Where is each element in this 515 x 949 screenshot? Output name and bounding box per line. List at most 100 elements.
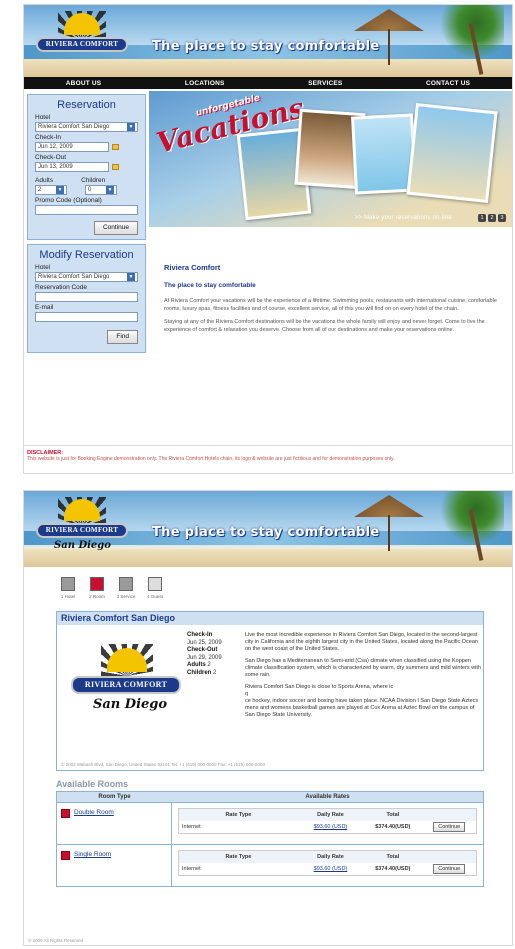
email-input[interactable] <box>35 312 138 322</box>
hotel-select-value: Riviera Comfort San Diego <box>38 124 110 130</box>
rate-type: Internet <box>182 866 201 872</box>
promo-label: Promo Code (Optional) <box>35 197 102 204</box>
daily-rate-link[interactable]: $93.60 (USD) <box>314 866 348 872</box>
daily-rate-link[interactable]: $93.60 (USD) <box>314 824 348 830</box>
step-room[interactable]: 2 Room <box>87 577 107 600</box>
main-content: Riviera Comfort The place to stay comfor… <box>164 263 502 340</box>
promo-banner: unforgetable Vacations >> Make your rese… <box>149 91 512 227</box>
reservation-code-input[interactable] <box>35 292 138 302</box>
room-link[interactable]: Single Room <box>74 851 111 858</box>
step-service[interactable]: 3 Service <box>116 577 136 600</box>
chevron-down-icon: ▼ <box>106 186 114 194</box>
modify-box: Modify Reservation Hotel Riviera Comfort… <box>27 244 146 353</box>
step-label: 4 Guest <box>147 594 163 599</box>
table-row: Single Room Rate Type Daily Rate Total Int… <box>57 844 483 886</box>
nav-locations[interactable]: LOCATIONS <box>185 80 225 87</box>
header-banner: RIVIERA COMFORT The place to stay comfor… <box>24 5 512 77</box>
checkin-input[interactable]: Jun 12, 2009 <box>35 142 109 152</box>
description-paragraph: San Diego has a Mediterranean to Semi-ar… <box>245 658 481 678</box>
sidebar: Reservation Hotel Riviera Comfort San Di… <box>24 91 149 437</box>
reservation-cta[interactable]: >> Make your reservations on-line <box>355 215 452 221</box>
daily-rate-header: Daily Rate <box>317 812 344 818</box>
rooms-header: Room Type Available Rates <box>57 792 483 802</box>
rate-table: Rate Type Daily Rate Total Internet $93.60 … <box>178 850 477 876</box>
hotel-description: Live the most incredible experience in R… <box>245 632 481 719</box>
modify-title: Modify Reservation <box>39 249 134 261</box>
tagline: The place to stay comfortable <box>152 525 380 540</box>
bed-icon <box>61 809 70 818</box>
col-rates: Available Rates <box>305 794 350 800</box>
adults-select[interactable]: 2 ▼ <box>35 185 67 195</box>
adults-value: 2 <box>207 662 211 668</box>
calendar-icon[interactable] <box>112 143 119 150</box>
modify-hotel-select[interactable]: Riviera Comfort San Diego ▼ <box>35 272 138 282</box>
page-1[interactable]: 1 <box>478 214 486 222</box>
tagline: The place to stay comfortable <box>152 39 380 54</box>
promo-input[interactable] <box>35 205 138 215</box>
calendar-icon[interactable] <box>112 163 119 170</box>
hotel-logo-text: RIVIERA COMFORT <box>71 676 181 694</box>
continue-button[interactable]: Continue <box>433 822 466 832</box>
hotel-logo-city: San Diego <box>93 697 168 712</box>
stay-dates: Check-In Jun 25, 2009 Check-Out Jun 29, … <box>187 632 239 677</box>
checkout-label: Check-Out <box>187 647 218 653</box>
nav-contact[interactable]: CONTACT US <box>426 80 470 87</box>
logo-text: RIVIERA COMFORT <box>36 523 128 538</box>
children-label: Children <box>187 669 212 676</box>
hotel-page: RIVIERA COMFORT San Diego The place to s… <box>23 490 513 946</box>
hotel-address: © 2002 Wabash Blvd, San Diego, United St… <box>61 762 265 767</box>
total-value: $374.40(USD) <box>375 824 411 830</box>
page-2[interactable]: 2 <box>488 214 496 222</box>
page-3[interactable]: 3 <box>498 214 506 222</box>
children-select[interactable]: 0 ▼ <box>85 185 117 195</box>
rate-type-header: Rate Type <box>225 854 252 860</box>
step-label: 1 Hotel <box>60 594 76 599</box>
adults-value: 2 <box>38 187 42 193</box>
header-banner: RIVIERA COMFORT San Diego The place to s… <box>24 491 512 567</box>
reservation-title: Reservation <box>57 99 116 111</box>
reservation-box: Reservation Hotel Riviera Comfort San Di… <box>27 94 146 240</box>
nav-services[interactable]: SERVICES <box>308 80 342 87</box>
content-paragraph: Staying at any of the Riviera Comfort de… <box>164 319 485 333</box>
rate-type-header: Rate Type <box>225 812 252 818</box>
logo-city: San Diego <box>54 540 111 551</box>
family-photo <box>406 102 498 204</box>
col-room-type: Room Type <box>98 794 131 800</box>
home-page: RIVIERA COMFORT The place to stay comfor… <box>23 4 513 474</box>
logo[interactable]: RIVIERA COMFORT <box>34 11 130 63</box>
banner-pager: 1 2 3 <box>478 214 506 222</box>
hotel-label: Hotel <box>35 114 51 121</box>
nav-about[interactable]: ABOUT US <box>66 80 102 87</box>
umbrella-image <box>354 495 424 517</box>
checkin-label: Check-In <box>187 632 213 638</box>
continue-button[interactable]: Continue <box>93 221 138 235</box>
room-link[interactable]: Double Room <box>74 809 114 816</box>
rooms-table: Room Type Available Rates Double Room Ra… <box>56 791 484 887</box>
step-guest[interactable]: 4 Guest <box>145 577 165 600</box>
main-nav: ABOUT US LOCATIONS SERVICES CONTACT US <box>24 77 512 89</box>
bed-icon <box>61 851 70 860</box>
children-value: 0 <box>88 187 92 193</box>
rate-table: Rate Type Daily Rate Total Internet $93.60 … <box>178 808 477 834</box>
content-subheading: The place to stay comfortable <box>164 282 256 289</box>
available-rooms-heading: Available Rooms <box>56 779 129 789</box>
children-value: 2 <box>213 669 217 676</box>
hotel-panel: Riviera Comfort San Diego RIVIERA COMFOR… <box>56 611 484 771</box>
hotel-title: Riviera Comfort San Diego <box>57 612 483 625</box>
step-label: 2 Room <box>89 594 105 599</box>
hotel-logo: RIVIERA COMFORT San Diego <box>67 644 185 726</box>
table-row: Double Room Rate Type Daily Rate Total Int… <box>57 802 483 844</box>
logo[interactable]: RIVIERA COMFORT San Diego <box>34 497 130 551</box>
find-button[interactable]: Find <box>107 330 138 344</box>
bed-icon <box>90 577 104 591</box>
description-paragraph: Live the most incredible experience in R… <box>245 632 478 652</box>
checkout-input[interactable]: Jun 13, 2009 <box>35 162 109 172</box>
umbrella-image <box>354 9 424 31</box>
step-hotel[interactable]: 1 Hotel <box>58 577 78 600</box>
step-label: 3 Service <box>116 594 136 599</box>
disclaimer-text: This website is just for Booking Engine … <box>27 456 395 462</box>
service-icon <box>119 577 133 591</box>
description-paragraph: q <box>245 691 249 697</box>
continue-button[interactable]: Continue <box>433 864 466 874</box>
hotel-select[interactable]: Riviera Comfort San Diego ▼ <box>35 122 138 132</box>
